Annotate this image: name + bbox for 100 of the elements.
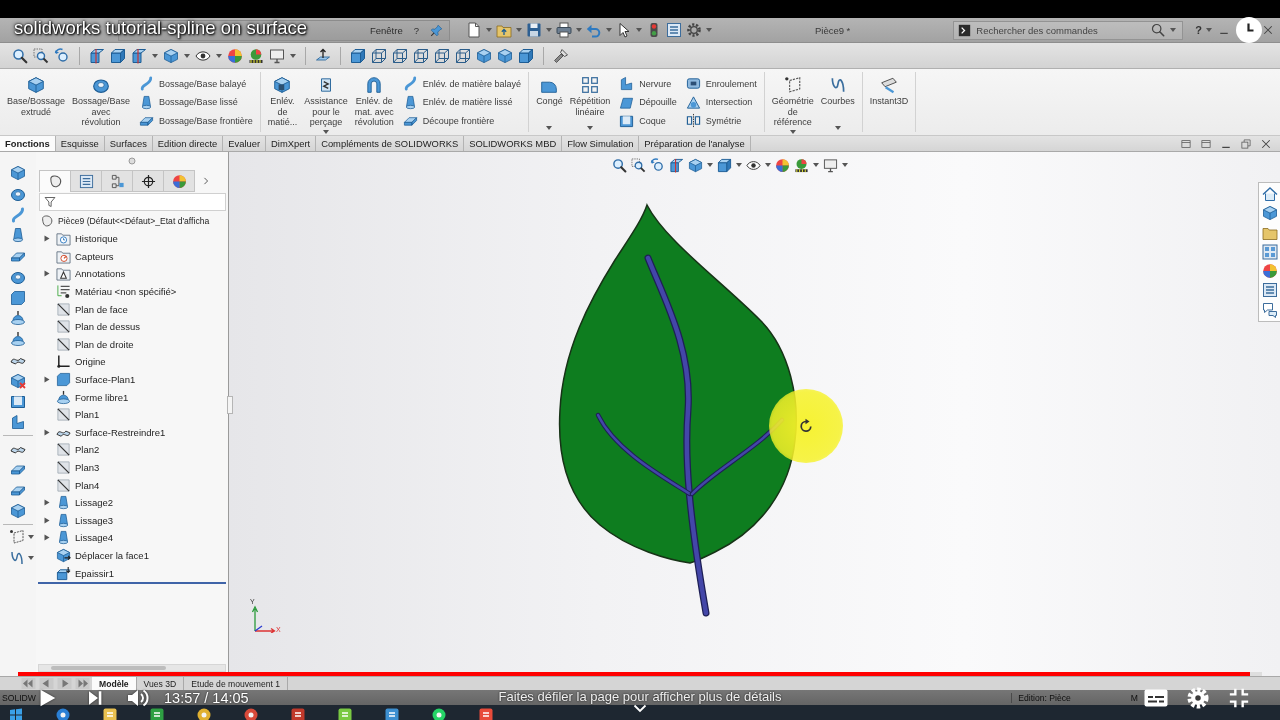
sectioned-cube-icon[interactable] [131,47,147,64]
command-tab[interactable]: Surfaces [104,136,153,151]
cube-icon[interactable] [497,47,513,64]
caret-icon[interactable] [322,129,329,134]
tree-item[interactable]: Plan de droite [36,335,228,354]
caret-icon[interactable] [27,535,34,540]
scene-icon[interactable] [248,47,264,64]
ribbon-button[interactable]: Enlév. de matière balayé [400,76,524,91]
tree-item[interactable]: Epaissir1 [36,564,228,582]
lamp-icon[interactable] [10,310,26,327]
caret-icon[interactable] [606,28,612,32]
ribbon-button[interactable]: Coque [617,113,679,128]
cube-icon[interactable] [1261,205,1278,222]
command-tab[interactable]: Fonctions [0,136,56,151]
caret-icon[interactable] [789,129,796,134]
save-icon[interactable] [526,22,542,38]
list-icon[interactable] [1261,282,1278,299]
ribbon-button[interactable]: Assistance pour le perçage [302,72,350,132]
close-icon[interactable] [1262,24,1274,36]
shaded-cube-icon[interactable] [518,47,534,64]
ribbon-button[interactable]: Base/Bossage extrudé [5,72,68,132]
tree-item[interactable]: Plan1 [36,405,228,424]
caret-icon[interactable] [546,126,553,130]
ribbon-button[interactable]: Bossage/Base lissé [137,94,255,110]
ribbon-button[interactable]: Intersection [683,94,759,110]
command-tab[interactable]: Evaluer [223,136,267,151]
app-tile-icon[interactable] [479,708,493,720]
tree-item[interactable]: Historique [36,230,228,248]
color-sphere-icon[interactable] [227,47,243,64]
ribbon-button[interactable]: Enlév. de matière lissé [400,94,524,110]
wireframe-cube-icon[interactable] [455,47,471,64]
search-icon[interactable] [1151,23,1166,37]
command-tab[interactable]: Compléments de SOLIDWORKS [316,136,465,151]
command-tab[interactable]: Edition directe [152,136,224,151]
ribbon-button[interactable]: Enlév. de mat. avec révolution [352,72,396,132]
caret-icon[interactable] [152,53,158,58]
ribbon-button[interactable]: Bossage/Base avec révolution [70,72,133,132]
wireframe-cube-icon[interactable] [392,47,408,64]
filter-field[interactable] [39,193,226,211]
cube-icon[interactable] [476,47,492,64]
wireframe-cube-icon[interactable] [371,47,387,64]
tree-item[interactable]: Plan2 [36,441,228,459]
caret-icon[interactable] [1170,28,1177,32]
curve-icon[interactable] [8,550,25,566]
caret-icon[interactable] [842,163,848,167]
app-tile-icon[interactable] [338,708,352,720]
app-tile-icon[interactable] [385,708,399,720]
start-menu-icon[interactable] [9,708,23,720]
zoom-icon[interactable] [612,157,627,173]
exit-fullscreen-icon[interactable] [1228,687,1250,709]
sectioned-cube-icon[interactable] [89,47,105,64]
tree-item[interactable]: Surface-Restreindre1 [36,423,228,442]
wireframe-cube-icon[interactable] [413,47,429,64]
caret-icon[interactable] [576,28,582,32]
caret-icon[interactable] [1206,28,1212,32]
window-icon[interactable] [1200,137,1212,150]
curve-icon[interactable] [10,206,26,223]
tree-item[interactable]: Plan de face [36,300,228,318]
expand-arrow-icon[interactable] [44,428,50,436]
restore-icon[interactable] [1240,137,1252,150]
pointer-icon[interactable] [616,22,632,38]
model-tab[interactable]: Modèle [92,677,137,690]
splitter-handle[interactable] [227,396,233,414]
sectioned-cube-icon[interactable] [669,157,684,173]
tree-item[interactable]: Plan3 [36,458,228,477]
tree-root-item[interactable]: Pièce9 (Défaut<<Défaut>_Etat d'afficha [36,212,228,230]
command-tab[interactable]: Flow Simulation [562,136,640,151]
close-icon[interactable] [1260,137,1272,150]
tree-item[interactable]: Plan de dessus [36,317,228,336]
command-tab[interactable]: Préparation de l'analyse [639,136,751,151]
ribbon-button[interactable]: Géométrie de référence [769,72,816,132]
app-tile-icon[interactable] [150,708,164,720]
caret-icon[interactable] [184,53,190,58]
upward-arrow-icon[interactable] [315,47,331,64]
caret-icon[interactable] [290,53,296,58]
cup-icon[interactable] [10,227,26,244]
monitor-icon[interactable] [269,47,285,64]
caret-icon[interactable] [546,28,552,32]
surface-icon[interactable] [10,289,26,306]
ribbon-button[interactable]: Instant3D [867,72,911,132]
tree-item[interactable]: Déplacer la face1 [36,546,228,565]
ribbon-button[interactable]: Nervure [617,76,679,91]
cube-cross-icon[interactable] [10,372,26,389]
wireframe-cube-icon[interactable] [434,47,450,64]
ribbon-button[interactable]: Courbes [818,72,857,132]
command-tab[interactable]: SOLIDWORKS MBD [464,136,563,151]
chevron-down-icon[interactable] [633,704,647,713]
shaded-cube-icon[interactable] [350,47,366,64]
caret-icon[interactable] [765,163,771,167]
hollow-box-icon[interactable] [10,393,26,410]
caret-icon[interactable] [707,163,713,167]
panel-tab[interactable] [132,170,164,192]
expand-arrow-icon[interactable] [44,499,50,507]
tree-item[interactable]: Matériau <non spécifié> [36,282,228,301]
zoom-icon[interactable] [12,47,28,64]
chat-icon[interactable] [1261,301,1278,318]
cube-icon[interactable] [10,502,26,519]
tree-item[interactable]: Plan4 [36,476,228,494]
dashed-plane-icon[interactable] [8,529,25,546]
cube-icon[interactable] [163,47,179,64]
